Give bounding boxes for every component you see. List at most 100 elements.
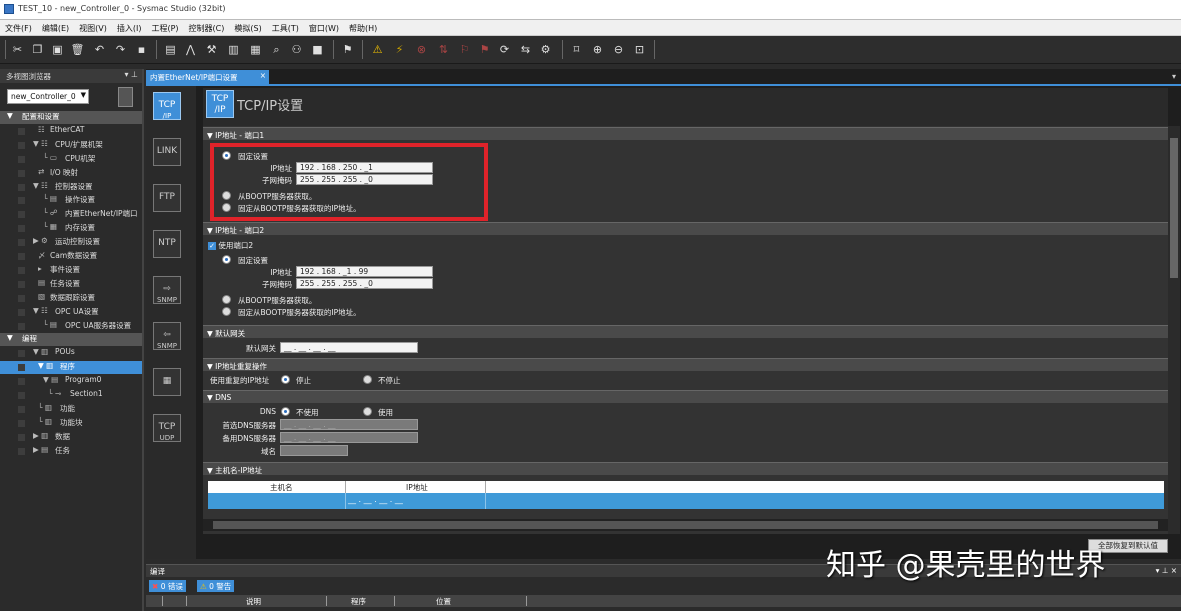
expand-arrow-icon[interactable]: ▼: [7, 111, 13, 120]
menu-simulation[interactable]: 模拟(S): [229, 20, 266, 34]
category-icon[interactable]: TCP UDP: [153, 414, 181, 442]
tree-item[interactable]: ▼ 配置和设置: [0, 111, 142, 124]
tree-item[interactable]: ▼ ▥ 程序: [0, 361, 142, 375]
category-icon[interactable]: LINK: [153, 138, 181, 166]
tree-item[interactable]: └ ▥ 功能: [0, 403, 142, 416]
dup-stop-radio[interactable]: [281, 375, 290, 384]
menu-view[interactable]: 视图(V): [74, 20, 112, 34]
pane-controls-icon[interactable]: ▾ ⊥ ×: [1156, 566, 1177, 575]
tab-list-icon[interactable]: ▾: [1172, 72, 1176, 81]
category-icon[interactable]: FTP: [153, 184, 181, 212]
online-icon[interactable]: ⚑: [340, 42, 355, 57]
fit-icon[interactable]: ⌑: [569, 42, 584, 57]
expand-arrow-icon[interactable]: ▼: [7, 333, 13, 342]
delete-icon[interactable]: 🗑: [70, 42, 85, 57]
port2-use-checkbox[interactable]: ✓ 使用端口2: [208, 240, 253, 251]
category-icon[interactable]: ▦: [153, 368, 181, 396]
section-dns[interactable]: ▼ DNS: [203, 390, 1168, 403]
port2-fixed-radio[interactable]: [222, 255, 231, 264]
zoom-out-icon[interactable]: ⊖: [611, 42, 626, 57]
scrollbar-thumb[interactable]: [1170, 138, 1178, 278]
reset-icon[interactable]: ⟳: [497, 42, 512, 57]
stop-icon[interactable]: ■: [310, 42, 325, 57]
binoculars-icon[interactable]: ⚇: [289, 42, 304, 57]
force-icon[interactable]: ⚐: [457, 42, 472, 57]
menu-controller[interactable]: 控制器(C): [184, 20, 230, 34]
tree-item[interactable]: ⇄ I/O 映射: [0, 167, 142, 180]
tree-item[interactable]: ▤ 任务设置: [0, 278, 142, 291]
build-icon[interactable]: ⚒: [204, 42, 219, 57]
tree-item[interactable]: ▼ ▥ POUs: [0, 347, 142, 360]
menu-help[interactable]: 帮助(H): [344, 20, 382, 34]
tree-item[interactable]: ▼ ☷ CPU/扩展机架: [0, 139, 142, 152]
table-row[interactable]: __ . __ . __ . __: [208, 493, 1164, 509]
zoom-icon[interactable]: ⊡: [632, 42, 647, 57]
section-port2[interactable]: ▼ IP地址 - 端口2: [203, 222, 1168, 235]
link-icon[interactable]: ⊗: [414, 42, 429, 57]
dns-off-radio[interactable]: [281, 407, 290, 416]
tree-item[interactable]: ▼ ☷ OPC UA设置: [0, 306, 142, 319]
tool-icon[interactable]: ⋀: [183, 42, 198, 57]
pin-icon[interactable]: ▾ ⊥: [124, 70, 138, 79]
dup-nostop-radio[interactable]: [363, 375, 372, 384]
tree-item[interactable]: ▸ 事件设置: [0, 264, 142, 277]
tree-item[interactable]: └ ☍ 内置EtherNet/IP端口: [0, 208, 142, 221]
controller-icon[interactable]: [118, 87, 133, 107]
section-gateway[interactable]: ▼ 默认网关: [203, 325, 1168, 338]
tree-item[interactable]: └ ▥ 功能块: [0, 417, 142, 430]
tree-item[interactable]: └ ▤ OPC UA服务器设置: [0, 320, 142, 333]
tree-item[interactable]: ▼ 编程: [0, 333, 142, 347]
scrollbar-thumb[interactable]: [213, 521, 1158, 529]
tree-item[interactable]: ▼ ☷ 控制器设置: [0, 181, 142, 194]
menu-edit[interactable]: 编辑(E): [37, 20, 74, 34]
tree-item[interactable]: ☷ EtherCAT: [0, 125, 142, 138]
errors-filter[interactable]: ✖ 0 错误: [149, 580, 186, 592]
cut-icon[interactable]: ✂: [10, 42, 25, 57]
bookmark-icon[interactable]: ▪: [134, 42, 149, 57]
dns-secondary-field[interactable]: __ . __ . __ . __: [280, 432, 418, 443]
category-icon[interactable]: ⇦ SNMP: [153, 322, 181, 350]
settings-icon[interactable]: ⚙: [538, 42, 553, 57]
category-icon[interactable]: TCP/IP: [153, 92, 181, 120]
tree-item[interactable]: └ ▭ CPU机架: [0, 153, 142, 166]
port2-ip-field[interactable]: 192 . 168 . _1 . 99: [296, 266, 433, 277]
menu-file[interactable]: 文件(F): [0, 20, 37, 34]
set-icon[interactable]: ⚑: [477, 42, 492, 57]
dns-on-radio[interactable]: [363, 407, 372, 416]
controller-select[interactable]: new_Controller_0 ▼: [7, 89, 89, 104]
zoom-in-icon[interactable]: ⊕: [590, 42, 605, 57]
menu-project[interactable]: 工程(P): [146, 20, 183, 34]
copy-icon[interactable]: ❐: [30, 42, 45, 57]
tree-item[interactable]: ▶ ⚙ 运动控制设置: [0, 236, 142, 249]
menu-insert[interactable]: 插入(I): [112, 20, 147, 34]
tree-item[interactable]: 〆 Cam数据设置: [0, 250, 142, 263]
tree-item[interactable]: └ ⊸ Section1: [0, 389, 142, 402]
transfer-icon[interactable]: ⇅: [436, 42, 451, 57]
category-icon[interactable]: ⇨ SNMP: [153, 276, 181, 304]
sync-icon[interactable]: ⇆: [518, 42, 533, 57]
close-icon[interactable]: ×: [260, 71, 266, 80]
grid-icon[interactable]: ▦: [248, 42, 263, 57]
port2-bootp-fixed-radio[interactable]: [222, 307, 231, 316]
tree-item[interactable]: └ ▦ 内存设置: [0, 222, 142, 235]
layout-icon[interactable]: ▤: [163, 42, 178, 57]
menu-window[interactable]: 窗口(W): [304, 20, 344, 34]
tree-item[interactable]: └ ▤ 操作设置: [0, 194, 142, 207]
redo-icon[interactable]: ↷: [113, 42, 128, 57]
category-icon[interactable]: NTP: [153, 230, 181, 258]
menu-tools[interactable]: 工具(T): [267, 20, 304, 34]
dns-primary-field[interactable]: __ . __ . __ . __: [280, 419, 418, 430]
section-hosts[interactable]: ▼ 主机名-IP地址: [203, 462, 1168, 475]
undo-icon[interactable]: ↶: [92, 42, 107, 57]
find-icon[interactable]: ⌕: [269, 42, 284, 57]
tree-item[interactable]: ▼ ▤ Program0: [0, 375, 142, 388]
port2-mask-field[interactable]: 255 . 255 . 255 . _0: [296, 278, 433, 289]
monitor-icon[interactable]: ⚡: [392, 42, 407, 57]
port2-bootp-radio[interactable]: [222, 295, 231, 304]
gateway-field[interactable]: __ . __ . __ . __: [280, 342, 418, 353]
tree-item[interactable]: ▶ ▤ 任务: [0, 445, 142, 458]
domain-field[interactable]: [280, 445, 348, 456]
tree-item[interactable]: ▶ ▥ 数据: [0, 431, 142, 444]
tree-item[interactable]: ▧ 数据跟踪设置: [0, 292, 142, 305]
section-duplicate-ip[interactable]: ▼ IP地址重复操作: [203, 358, 1168, 371]
